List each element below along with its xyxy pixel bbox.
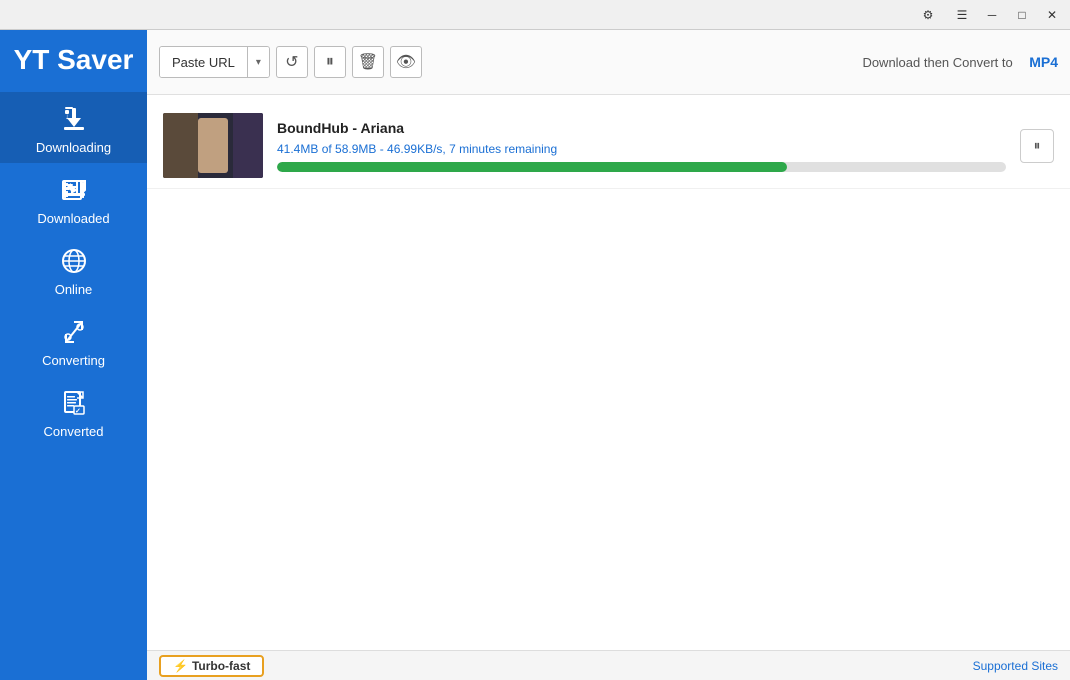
online-icon	[57, 244, 91, 278]
sidebar-label-downloaded: Downloaded	[37, 211, 109, 226]
main-content: Paste URL ▾ ↺ ⏸ 🗑 👁 Download	[147, 30, 1070, 680]
downloaded-icon	[57, 173, 91, 207]
menu-icon: ☰	[957, 8, 968, 22]
download-icon: ↓	[57, 102, 91, 136]
refresh-button[interactable]: ↺	[276, 46, 308, 78]
gear-icon: ⚙	[923, 8, 934, 22]
menu-button[interactable]: ☰	[948, 4, 976, 26]
svg-text:✓: ✓	[75, 408, 81, 415]
title-bar: ⚙ ☰ ─ □ ✕	[0, 0, 1070, 30]
thumb-bg-left	[163, 113, 198, 178]
preview-button[interactable]: 👁	[390, 46, 422, 78]
lightning-icon: ⚡	[173, 659, 188, 673]
refresh-icon: ↺	[285, 52, 298, 72]
paste-url-button[interactable]: Paste URL	[160, 46, 247, 78]
sidebar-label-downloading: Downloading	[36, 140, 111, 155]
thumb-bg-right	[233, 113, 263, 178]
sidebar-item-converting[interactable]: Converting	[0, 305, 147, 376]
sidebar-item-downloaded[interactable]: Downloaded	[0, 163, 147, 234]
close-button[interactable]: ✕	[1038, 4, 1066, 26]
table-row: BoundHub - Ariana 41.4MB of 58.9MB - 46.…	[147, 103, 1070, 189]
pause-icon: ⏸	[1034, 138, 1041, 154]
delete-button[interactable]: 🗑	[352, 46, 384, 78]
app-title: YT Saver	[0, 30, 147, 92]
item-status: 41.4MB of 58.9MB - 46.99KB/s, 7 minutes …	[277, 142, 1006, 156]
toolbar: Paste URL ▾ ↺ ⏸ 🗑 👁 Download	[147, 30, 1070, 95]
minimize-button[interactable]: ─	[978, 4, 1006, 26]
turbo-label: Turbo-fast	[192, 659, 250, 673]
sidebar-label-online: Online	[55, 282, 93, 297]
close-icon: ✕	[1047, 8, 1057, 22]
item-title: BoundHub - Ariana	[277, 120, 1006, 136]
sidebar-label-converting: Converting	[42, 353, 105, 368]
settings-button[interactable]: ⚙	[914, 4, 942, 26]
converting-icon	[57, 315, 91, 349]
thumb-figure	[198, 118, 228, 173]
minimize-icon: ─	[988, 8, 997, 22]
pause-all-icon: ⏸	[326, 53, 334, 71]
maximize-icon: □	[1018, 8, 1025, 22]
dropdown-arrow-icon: ▾	[256, 57, 261, 68]
item-action: ⏸	[1020, 129, 1054, 163]
item-pause-button[interactable]: ⏸	[1020, 129, 1054, 163]
thumbnail	[163, 113, 263, 178]
svg-text:↓: ↓	[65, 112, 69, 121]
footer: ⚡ Turbo-fast Supported Sites	[147, 650, 1070, 680]
trash-icon: 🗑	[358, 52, 378, 72]
eye-icon: 👁	[396, 52, 416, 72]
sidebar: YT Saver ↓ Downloading	[0, 30, 147, 680]
converted-icon: ✓	[57, 386, 91, 420]
pause-all-button[interactable]: ⏸	[314, 46, 346, 78]
sidebar-item-online[interactable]: Online	[0, 234, 147, 305]
sidebar-label-converted: Converted	[44, 424, 104, 439]
turbo-fast-button[interactable]: ⚡ Turbo-fast	[159, 655, 264, 677]
maximize-button[interactable]: □	[1008, 4, 1036, 26]
app-container: YT Saver ↓ Downloading	[0, 30, 1070, 680]
convert-format-link[interactable]: MP4	[1029, 54, 1058, 70]
sidebar-item-downloading[interactable]: ↓ Downloading	[0, 92, 147, 163]
download-list: BoundHub - Ariana 41.4MB of 58.9MB - 46.…	[147, 95, 1070, 650]
convert-label: Download then Convert to	[862, 55, 1012, 70]
paste-url-dropdown-button[interactable]: ▾	[247, 46, 269, 78]
paste-url-group: Paste URL ▾	[159, 46, 270, 78]
supported-sites-link[interactable]: Supported Sites	[973, 659, 1058, 673]
sidebar-item-converted[interactable]: ✓ Converted	[0, 376, 147, 447]
item-info: BoundHub - Ariana 41.4MB of 58.9MB - 46.…	[277, 120, 1006, 172]
progress-bar-fill	[277, 162, 787, 172]
progress-bar-container	[277, 162, 1006, 172]
